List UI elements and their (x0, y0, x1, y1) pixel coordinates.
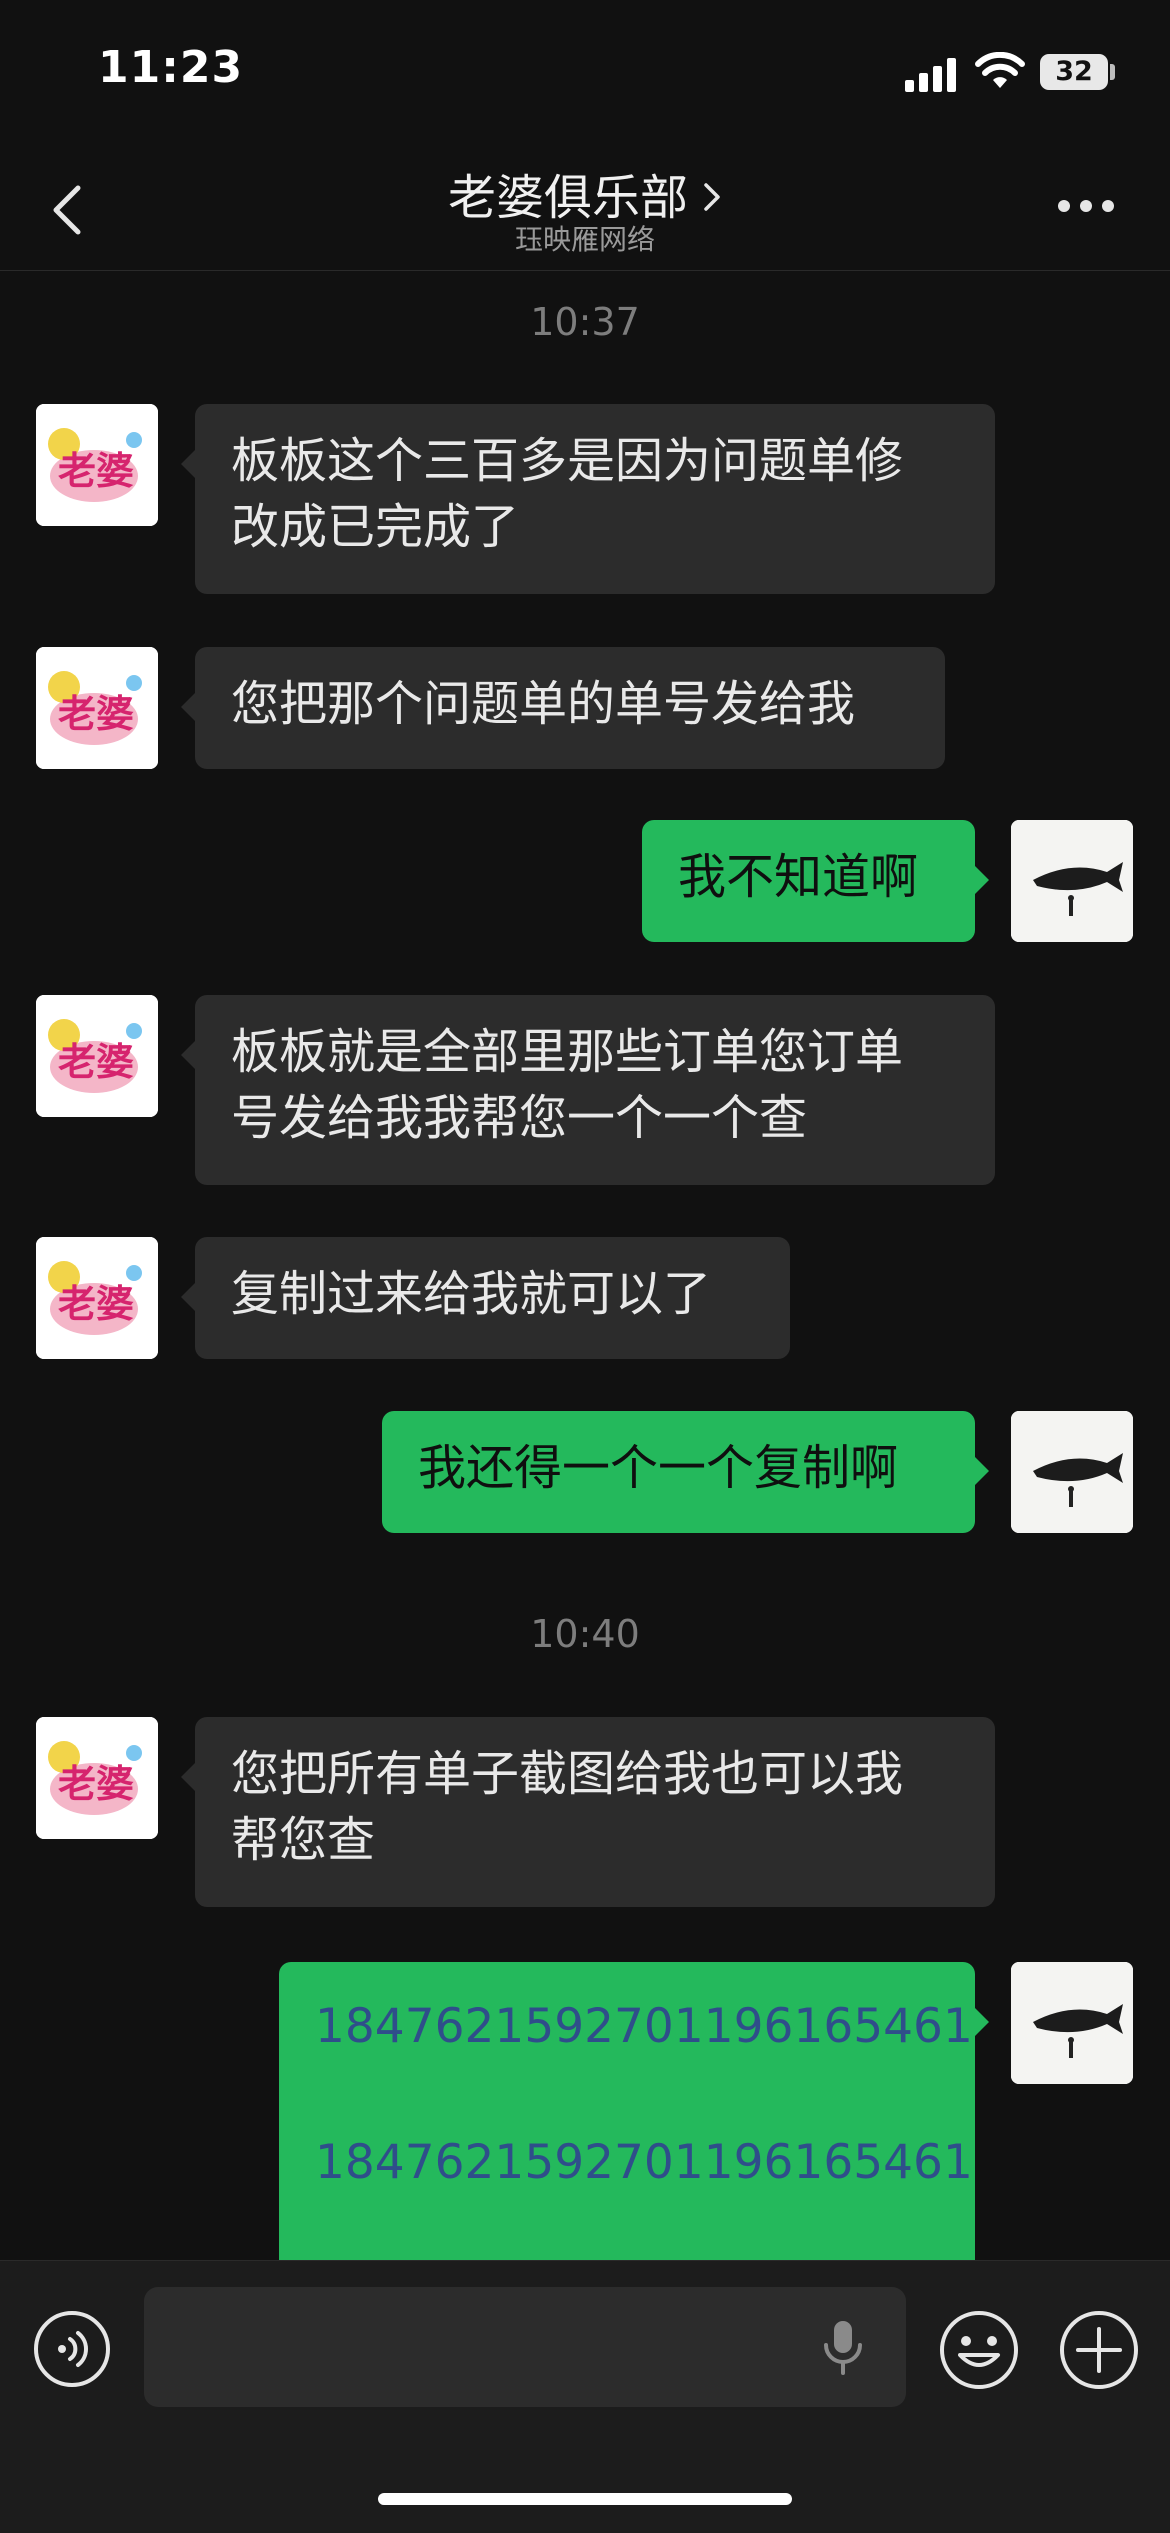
message-text-line: 帮您查 (231, 1812, 376, 1868)
svg-text:老婆: 老婆 (58, 1762, 134, 1806)
contact-avatar-image: 老婆 (36, 995, 158, 1117)
message-text-line: 号发给我我帮您一个一个查 (231, 1090, 808, 1146)
battery-icon: 32 (1040, 54, 1108, 90)
contact-avatar-image: 老婆 (36, 647, 158, 769)
contact-avatar[interactable]: 老婆 (36, 1717, 158, 1839)
contact-avatar[interactable]: 老婆 (36, 995, 158, 1117)
message-bubble-incoming[interactable]: 您把所有单子截图给我也可以我 帮您查 (181, 1717, 995, 1907)
my-avatar[interactable] (1011, 1962, 1133, 2084)
message-text-line: 您把所有单子截图给我也可以我 (231, 1746, 904, 1802)
order-number-link[interactable]: 1847621592701196165461 (315, 2130, 973, 2196)
message-text-line: 板板这个三百多是因为问题单修 (231, 433, 904, 489)
message-bubble-outgoing[interactable]: 我不知道啊 (642, 820, 989, 942)
wifi-icon (975, 52, 1025, 88)
message-input-bar (0, 2260, 1170, 2533)
message-text-input[interactable] (144, 2287, 906, 2407)
message-text-line: 改成已完成了 (231, 499, 520, 555)
battery-level: 32 (1055, 56, 1093, 87)
timestamp: 10:37 (530, 300, 640, 344)
whale-avatar-image (1011, 1411, 1133, 1533)
chevron-right-icon (704, 183, 720, 211)
whale-avatar-image (1011, 820, 1133, 942)
message-bubble-incoming[interactable]: 板板就是全部里那些订单您订单 号发给我我帮您一个一个查 (181, 995, 995, 1185)
status-bar: 11:23 32 (0, 0, 1170, 140)
order-number-link[interactable]: 1847621592701196165461 (315, 1994, 973, 2060)
my-avatar[interactable] (1011, 1411, 1133, 1533)
plus-icon[interactable] (1058, 2309, 1140, 2391)
contact-avatar-image: 老婆 (36, 1237, 158, 1359)
chat-subtitle: 珏映雁网络 (514, 223, 655, 256)
svg-text:老婆: 老婆 (58, 449, 134, 493)
status-time: 11:23 (98, 42, 244, 93)
cellular-signal-icon (905, 58, 957, 92)
emoji-icon[interactable] (938, 2309, 1020, 2391)
contact-avatar[interactable]: 老婆 (36, 647, 158, 769)
message-bubble-incoming[interactable]: 您把那个问题单的单号发给我 (181, 647, 945, 769)
svg-text:老婆: 老婆 (58, 1282, 134, 1326)
voice-icon[interactable] (32, 2309, 112, 2389)
contact-avatar[interactable]: 老婆 (36, 1237, 158, 1359)
contact-avatar-image: 老婆 (36, 1717, 158, 1839)
contact-avatar-image: 老婆 (36, 404, 158, 526)
contact-avatar[interactable]: 老婆 (36, 404, 158, 526)
my-avatar[interactable] (1011, 820, 1133, 942)
svg-text:老婆: 老婆 (58, 1040, 134, 1084)
message-text-line: 您把那个问题单的单号发给我 (231, 676, 856, 732)
message-text-line: 我不知道啊 (678, 849, 919, 905)
home-indicator (378, 2493, 792, 2505)
microphone-icon[interactable] (820, 2319, 866, 2377)
timestamp: 10:40 (530, 1612, 640, 1656)
chat-header: 老婆俱乐部 珏映雁网络 (0, 140, 1170, 271)
message-bubble-outgoing[interactable]: 1847621592701196165461 18476215927011961… (279, 1962, 989, 2282)
message-bubble-outgoing[interactable]: 我还得一个一个复制啊 (382, 1411, 989, 1533)
message-bubble-incoming[interactable]: 板板这个三百多是因为问题单修 改成已完成了 (181, 404, 995, 594)
battery-cap (1110, 64, 1115, 80)
message-text-line: 板板就是全部里那些订单您订单 (231, 1024, 904, 1080)
message-text-line: 复制过来给我就可以了 (231, 1266, 712, 1322)
svg-text:老婆: 老婆 (58, 692, 134, 736)
more-dots-icon[interactable] (1058, 200, 1114, 214)
whale-avatar-image (1011, 1962, 1133, 2084)
message-bubble-incoming[interactable]: 复制过来给我就可以了 (181, 1237, 790, 1359)
message-text-line: 我还得一个一个复制啊 (418, 1440, 899, 1496)
